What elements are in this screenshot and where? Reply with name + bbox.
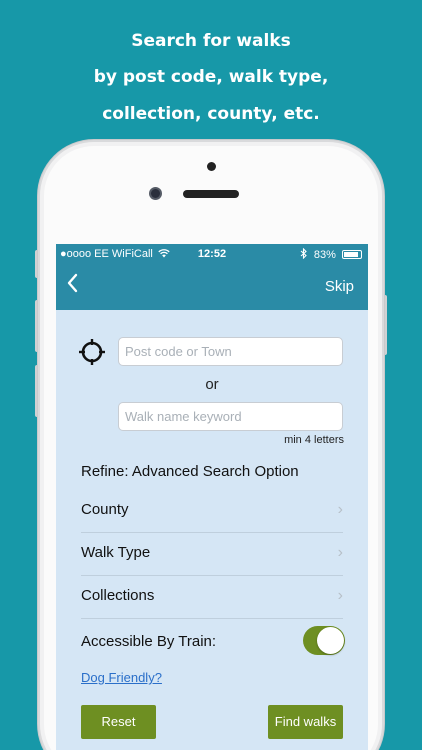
status-bar: ●oooo EE WiFiCall 12:52 83% [56, 244, 368, 264]
bluetooth-icon [300, 247, 307, 260]
caption-line-3: collection, county, etc. [102, 104, 320, 124]
county-row[interactable]: County › [81, 490, 343, 533]
chevron-right-icon: › [337, 587, 343, 604]
caption-line-1: Search for walks [131, 31, 291, 51]
reset-button[interactable]: Reset [81, 705, 156, 739]
back-button[interactable] [66, 273, 78, 298]
caption-line-2: by post code, walk type, [93, 67, 329, 87]
min-letters-hint: min 4 letters [284, 434, 344, 446]
find-walks-button[interactable]: Find walks [268, 705, 343, 739]
walk-type-label: Walk Type [81, 544, 151, 561]
skip-button[interactable]: Skip [325, 278, 354, 295]
app-screen: ●oooo EE WiFiCall 12:52 83% Skip Post co… [56, 244, 368, 750]
battery-percent: 83% [313, 249, 336, 261]
front-camera-icon [149, 187, 162, 200]
battery-icon [342, 250, 362, 259]
county-label: County [81, 501, 129, 518]
collections-label: Collections [81, 587, 155, 604]
train-toggle[interactable] [303, 626, 345, 655]
chevron-right-icon: › [337, 501, 343, 518]
keyword-input[interactable] [118, 402, 343, 431]
chevron-left-icon [67, 273, 78, 293]
chevron-right-icon: › [337, 544, 343, 561]
toggle-knob [317, 627, 344, 654]
postcode-input[interactable] [118, 337, 343, 366]
collections-row[interactable]: Collections › [81, 576, 343, 619]
train-label: Accessible By Train: [81, 633, 217, 650]
crosshair-icon[interactable] [78, 338, 106, 366]
proximity-sensor [207, 162, 216, 171]
or-label: or [205, 376, 219, 393]
walk-type-row[interactable]: Walk Type › [81, 533, 343, 576]
nav-bar: Skip [56, 264, 368, 310]
battery-status: 83% [300, 247, 362, 261]
search-form: or min 4 letters Refine: Advanced Search… [56, 310, 368, 750]
earpiece-speaker [183, 190, 239, 198]
refine-title: Refine: Advanced Search Option [81, 463, 299, 480]
dog-friendly-link[interactable]: Dog Friendly? [81, 670, 162, 685]
